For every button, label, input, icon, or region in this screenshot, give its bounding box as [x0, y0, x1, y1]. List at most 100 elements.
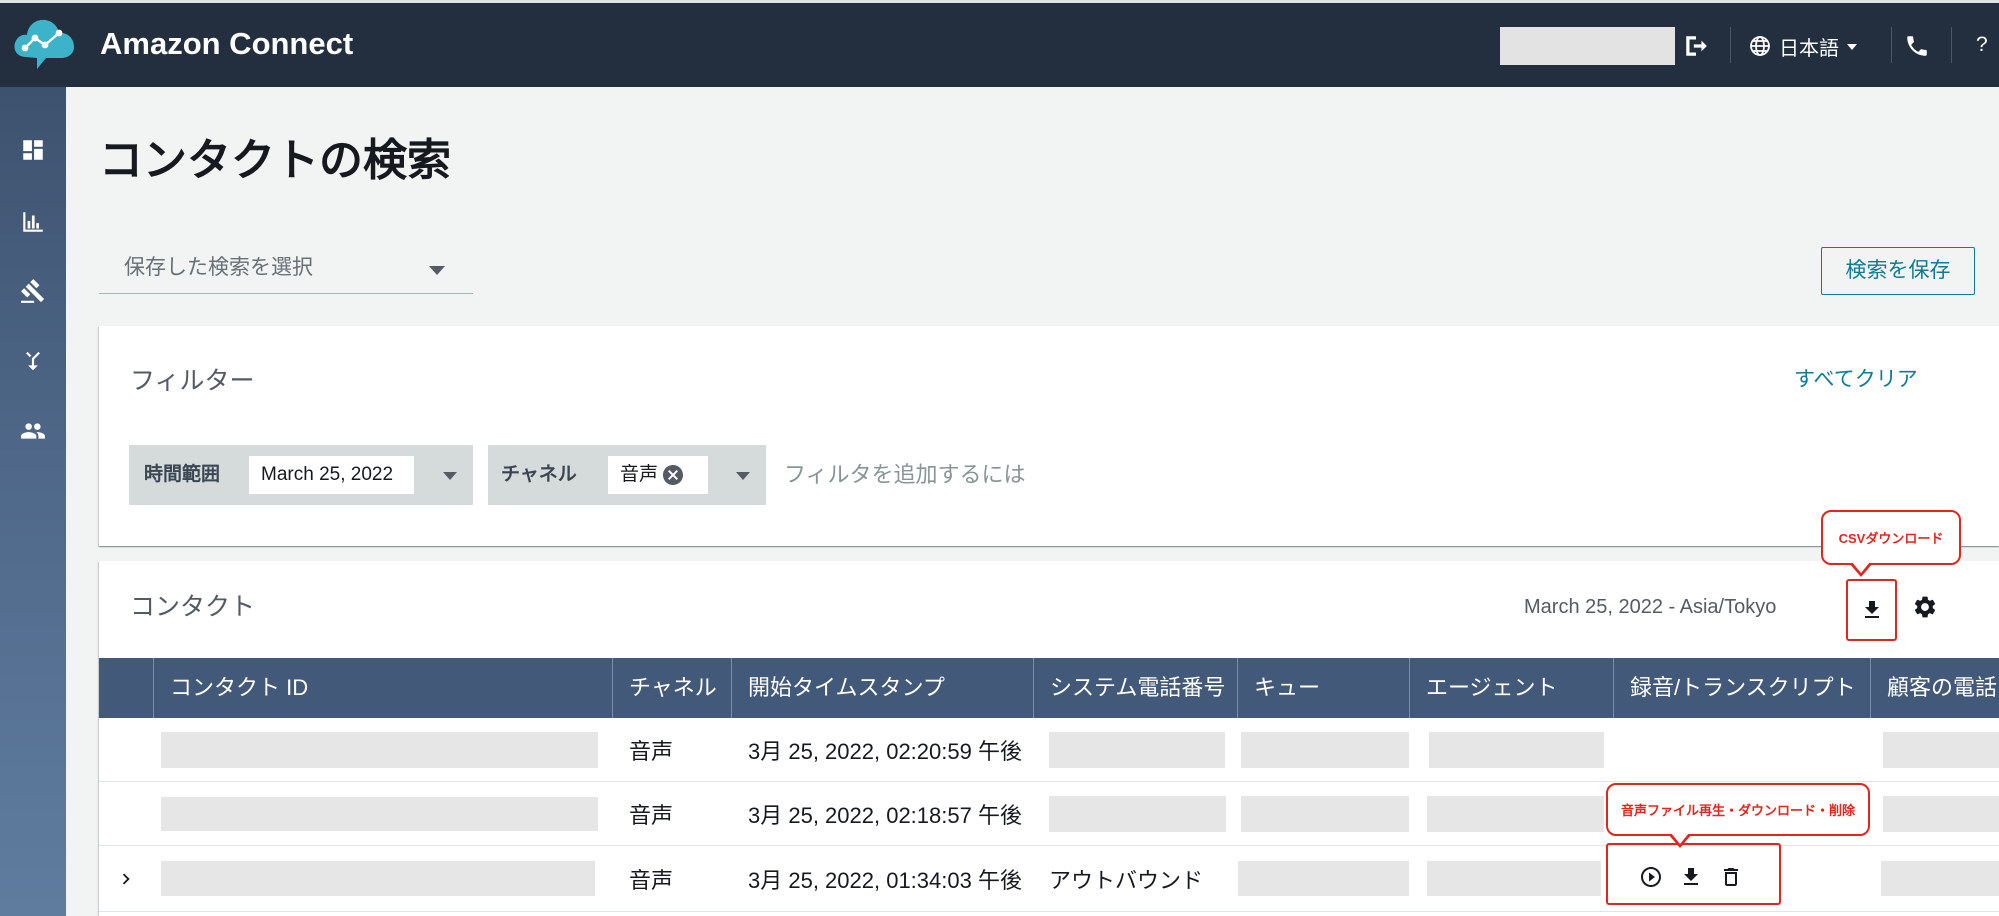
play-icon: [1641, 867, 1661, 887]
redacted-system-phone: [1049, 731, 1225, 768]
sidebar-item-quality[interactable]: [0, 262, 66, 320]
channel-cell: 音声: [629, 867, 674, 893]
clear-all-link[interactable]: すべてクリア: [1794, 365, 1918, 395]
sidebar-item-routing[interactable]: [0, 332, 66, 390]
timestamp-cell: 3月 25, 2022, 02:20:59 午後: [748, 738, 1022, 764]
expand-cell: [99, 718, 153, 781]
filter-chip-label: チャネル: [501, 464, 577, 485]
chevron-down-icon: [1847, 44, 1857, 50]
redacted-queue: [1241, 731, 1409, 768]
channel-cell: 音声: [629, 802, 674, 828]
gavel-icon: [21, 279, 45, 303]
contact-id-cell[interactable]: [153, 782, 612, 845]
filter-panel: フィルター すべてクリア 時間範囲 March 25, 2022 チャネル 音声…: [99, 326, 1999, 546]
recording-actions-callout: 音声ファイル再生・ダウンロード・削除: [1606, 783, 1870, 848]
redacted-system-phone: [1049, 795, 1226, 832]
filter-chip-time-range[interactable]: 時間範囲 March 25, 2022: [129, 445, 473, 505]
redacted-agent: [1427, 861, 1601, 896]
csv-download-callout: CSVダウンロード: [1821, 510, 1961, 577]
dashboard-icon: [23, 140, 43, 160]
column-header-queue[interactable]: キュー: [1237, 658, 1409, 718]
redacted-contact-id: [161, 861, 595, 896]
sidebar: [0, 87, 66, 916]
table-row[interactable]: 音声 3月 25, 2022, 02:20:59 午後: [99, 718, 1999, 782]
filter-chip-channel[interactable]: チャネル 音声: [488, 445, 766, 505]
csv-download-button[interactable]: [1846, 579, 1897, 641]
redacted-agent: [1429, 731, 1604, 768]
help-button[interactable]: ?: [1976, 30, 1988, 60]
phone-icon[interactable]: [1904, 33, 1930, 59]
customer-phone-cell: [1870, 846, 1999, 911]
filter-chip-value: 音声: [620, 464, 659, 485]
amazon-connect-logo-icon[interactable]: [12, 11, 76, 73]
redacted-contact-id: [161, 731, 598, 768]
recording-actions-group: [1606, 843, 1781, 905]
delete-icon: [1724, 868, 1738, 886]
expand-row-button[interactable]: [99, 846, 153, 911]
column-header-expand: [99, 658, 153, 718]
redacted-contact-id: [161, 796, 598, 831]
column-header-start-timestamp[interactable]: 開始タイムスタンプ: [731, 658, 1033, 718]
column-header-agent[interactable]: エージェント: [1409, 658, 1613, 718]
queue-cell: [1237, 782, 1409, 845]
contacts-panel: コンタクト March 25, 2022 - Asia/Tokyo コンタクト …: [99, 561, 1999, 916]
column-header-system-phone[interactable]: システム電話番号: [1033, 658, 1237, 718]
filter-panel-title: フィルター: [130, 367, 255, 395]
recording-cell: [1606, 843, 1870, 911]
bar-chart-icon: [23, 212, 43, 232]
saved-search-select[interactable]: 保存した検索を選択: [99, 249, 473, 294]
gear-icon: [1914, 596, 1936, 618]
agent-cell: [1409, 782, 1613, 845]
table-header: コンタクト ID チャネル 開始タイムスタンプ システム電話番号 キュー エージ…: [99, 658, 1999, 718]
filter-chip-value-box: 音声: [608, 456, 708, 494]
download-recording-button[interactable]: [1679, 865, 1703, 889]
top-nav-bar: Amazon Connect 日本語 ?: [0, 3, 1999, 87]
contact-id-cell[interactable]: [153, 846, 612, 911]
sidebar-item-users[interactable]: [0, 402, 66, 460]
user-name-redacted: [1500, 27, 1675, 65]
contacts-panel-title: コンタクト: [130, 593, 256, 621]
column-header-recording[interactable]: 録音/トランスクリプト: [1613, 658, 1870, 718]
customer-phone-cell: [1870, 718, 1999, 781]
redacted-customer-phone: [1883, 731, 1999, 768]
chevron-right-icon: [122, 873, 130, 884]
delete-recording-button[interactable]: [1719, 865, 1743, 889]
table-settings-button[interactable]: [1912, 594, 1938, 620]
date-range-label: March 25, 2022 - Asia/Tokyo: [1524, 596, 1777, 618]
save-search-button[interactable]: 検索を保存: [1821, 247, 1975, 295]
caret-down-icon: [429, 266, 445, 275]
language-label: 日本語: [1779, 37, 1839, 60]
caret-down-icon[interactable]: [736, 472, 750, 480]
filter-chip-value[interactable]: March 25, 2022: [249, 456, 414, 494]
logout-icon[interactable]: [1683, 33, 1709, 59]
download-icon: [1864, 601, 1879, 618]
redacted-agent: [1427, 795, 1604, 832]
expand-cell: [99, 782, 153, 845]
redacted-customer-phone: [1881, 861, 1999, 896]
language-selector[interactable]: 日本語: [1748, 31, 1857, 61]
divider: [1730, 27, 1731, 63]
sidebar-item-metrics[interactable]: [0, 193, 66, 251]
contact-id-cell[interactable]: [153, 718, 612, 781]
redacted-queue: [1238, 861, 1409, 896]
column-header-customer-phone[interactable]: 顧客の電話: [1870, 658, 1999, 718]
column-header-contact-id[interactable]: コンタクト ID: [153, 658, 612, 718]
add-filter-input[interactable]: フィルタを追加するには: [784, 445, 1026, 505]
column-header-channel[interactable]: チャネル: [612, 658, 731, 718]
timestamp-cell: 3月 25, 2022, 02:18:57 午後: [748, 802, 1022, 828]
system-phone-cell: アウトバウンド: [1049, 867, 1204, 893]
globe-icon: [1750, 36, 1770, 56]
system-phone-cell: [1033, 782, 1237, 845]
saved-search-placeholder: 保存した検索を選択: [124, 256, 313, 279]
redacted-queue: [1241, 795, 1409, 832]
redacted-customer-phone: [1883, 795, 1999, 832]
queue-cell: [1237, 718, 1409, 781]
play-recording-button[interactable]: [1639, 865, 1663, 889]
remove-value-icon[interactable]: [661, 463, 685, 487]
sidebar-item-dashboard[interactable]: [0, 121, 66, 179]
table-row[interactable]: 音声 3月 25, 2022, 01:34:03 午後 アウトバウンド: [99, 843, 1999, 912]
channel-cell: 音声: [629, 738, 674, 764]
agent-cell: [1409, 846, 1613, 911]
caret-down-icon[interactable]: [443, 472, 457, 480]
routing-icon: [26, 351, 40, 371]
